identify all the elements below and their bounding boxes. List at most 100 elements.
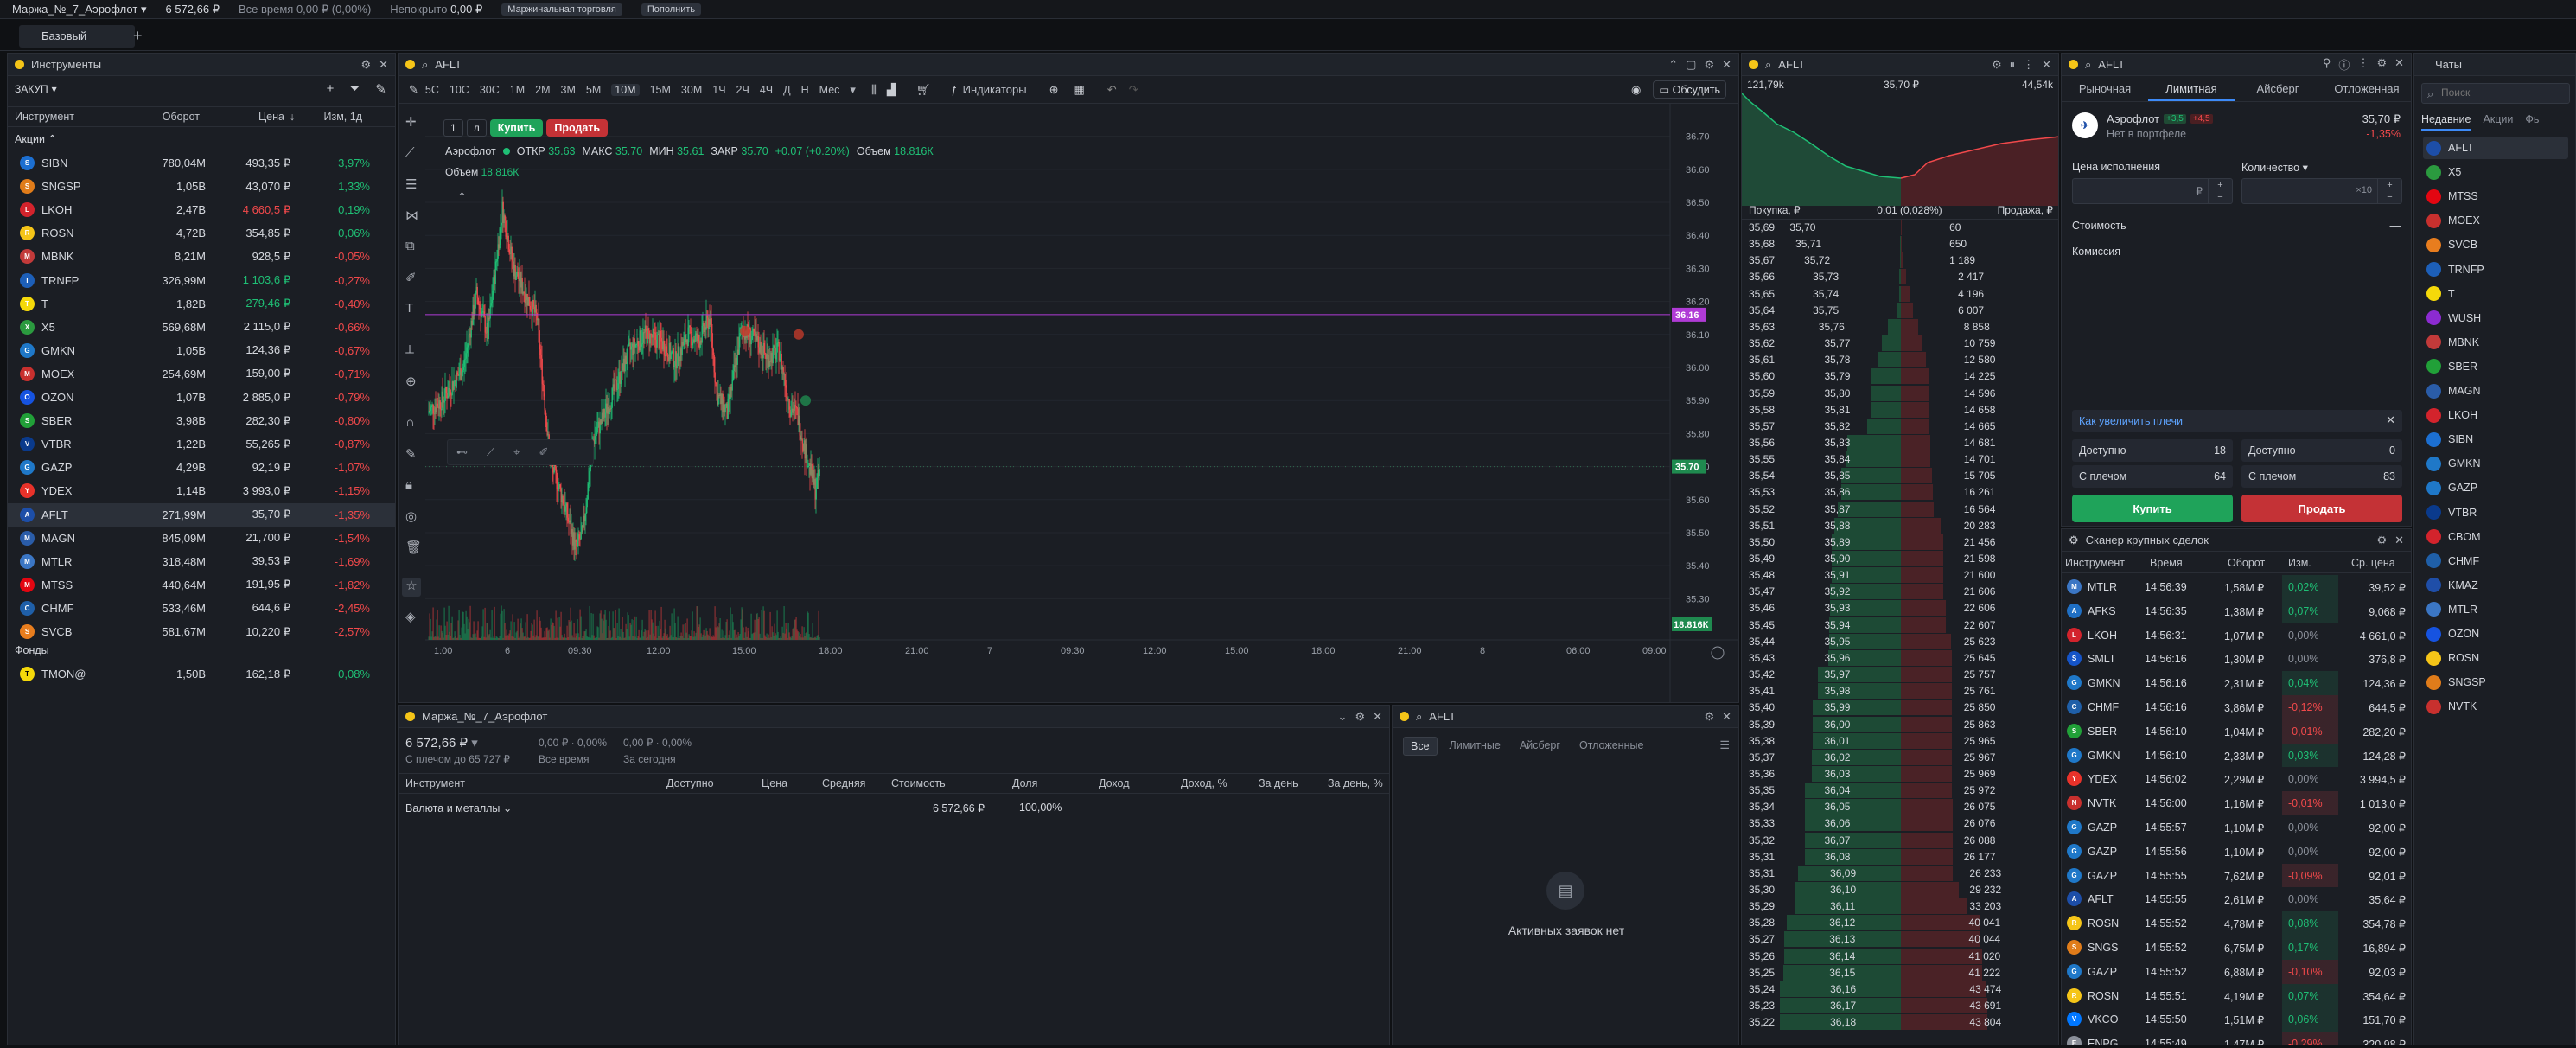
timeframe-3[interactable]: 1М: [510, 84, 525, 96]
orderbook-row[interactable]: 35,4471 61725 62335,95: [1742, 633, 2058, 650]
orderbook-row[interactable]: 35,28113 99640 04136,12: [1742, 915, 2058, 931]
orderbook-row[interactable]: 35,651 7944 19635,74: [1742, 285, 2058, 303]
close-icon[interactable]: ✕: [1722, 58, 1731, 72]
close-icon[interactable]: ✕: [2394, 56, 2404, 73]
link-color-dot[interactable]: [405, 712, 415, 721]
gear-icon[interactable]: ⚙: [2376, 56, 2387, 73]
timeframe-8[interactable]: 15М: [650, 84, 671, 96]
chat-item[interactable]: KMAZ: [2423, 574, 2568, 597]
col-header[interactable]: Средняя: [822, 777, 865, 789]
orderbook-row[interactable]: 35,3195 63026 17736,08: [1742, 848, 2058, 866]
orderbook-row[interactable]: 35,5069 12621 45635,89: [1742, 534, 2058, 551]
tab-iceberg[interactable]: Айсберг: [1513, 737, 1567, 756]
ray-icon[interactable]: ⟋: [487, 445, 494, 459]
quick-buy-button[interactable]: Купить: [489, 119, 544, 137]
chat-item[interactable]: VTBR: [2423, 502, 2568, 524]
scanner-row[interactable]: G GAZP 14:55:56 1,10М ₽ 0,00% 92,00 ₽: [2062, 839, 2411, 864]
chat-item[interactable]: MBNK: [2423, 331, 2568, 354]
more-icon[interactable]: ⋮: [2357, 56, 2369, 73]
scanner-row[interactable]: M MTLR 14:56:39 1,58М ₽ 0,02% 39,52 ₽: [2062, 575, 2411, 599]
close-icon[interactable]: ✕: [1722, 710, 1731, 724]
chevron-up-icon[interactable]: ⌃: [1668, 58, 1678, 72]
text-icon[interactable]: T: [405, 301, 413, 316]
list-item[interactable]: S SVCB 581,67М 10,220 ₽ -2,57%: [8, 620, 395, 643]
orderbook-row[interactable]: 35,3395 59026 07636,06: [1742, 815, 2058, 832]
orderbook-row[interactable]: 35,6846165035,71: [1742, 236, 2058, 252]
gear-icon[interactable]: ⚙: [1992, 58, 2002, 72]
orderbook-row[interactable]: 35,3595 56425 97236,04: [1742, 783, 2058, 799]
margin-trading-badge[interactable]: Маржинальная торговля: [501, 3, 622, 16]
group-shares[interactable]: Акции ⌃: [15, 132, 57, 145]
col-header[interactable]: Изм.: [2288, 557, 2311, 569]
orderbook-row[interactable]: 35,4372 15525 64535,96: [1742, 649, 2058, 667]
orderbook-row[interactable]: 35,27116 00740 04436,13: [1742, 931, 2058, 948]
collapse-icon[interactable]: ⌃: [457, 190, 467, 204]
crosshair-icon[interactable]: ✛: [405, 114, 417, 130]
orderbook-row[interactable]: 35,5830 44214 65835,81: [1742, 401, 2058, 419]
list-item[interactable]: R ROSN 4,72В 354,85 ₽ 0,06%: [8, 221, 395, 245]
col-header[interactable]: Время: [2150, 557, 2183, 569]
add-icon[interactable]: +: [327, 81, 335, 97]
orderbook-row[interactable]: 35,6123 17612 58035,78: [1742, 352, 2058, 368]
chat-item[interactable]: WUSH: [2423, 307, 2568, 329]
orderbook-row[interactable]: 35,30105 67229 23236,10: [1742, 882, 2058, 898]
gear-icon[interactable]: ⚙: [2376, 534, 2387, 547]
gear-icon[interactable]: ⚙: [360, 58, 371, 72]
gear-icon[interactable]: ⚙: [1704, 710, 1714, 724]
orderbook-row[interactable]: 35,3788 73225 96736,02: [1742, 749, 2058, 766]
scanner-row[interactable]: G GAZP 14:55:52 6,88М ₽ -0,10% 92,03 ₽: [2062, 959, 2411, 984]
link-color-dot[interactable]: [15, 60, 24, 69]
timeframe-13[interactable]: Д: [783, 84, 790, 96]
col-header[interactable]: За день: [1259, 777, 1298, 789]
chevron-down-icon[interactable]: ▾: [850, 83, 856, 97]
pin-icon[interactable]: ⚲: [2323, 56, 2331, 73]
brush-icon[interactable]: ✐: [539, 445, 548, 459]
list-item[interactable]: A AFLT 271,99М 35,70 ₽ -1,35%: [8, 502, 395, 527]
orderbook-row[interactable]: 35,23120 63743 69136,17: [1742, 998, 2058, 1014]
tab-pending[interactable]: Отложенная: [2321, 76, 2411, 101]
orderbook-row[interactable]: 35,5166 51620 28335,88: [1742, 517, 2058, 534]
col-header[interactable]: Инструмент: [405, 777, 465, 789]
group-currency[interactable]: Валюта и металлы ⌄: [405, 802, 512, 815]
scanner-row[interactable]: G GAZP 14:55:57 1,10М ₽ 0,00% 92,00 ₽: [2062, 815, 2411, 840]
favorites-icon[interactable]: ☆: [402, 578, 421, 597]
col-header[interactable]: За день, %: [1328, 777, 1383, 789]
chat-item[interactable]: SNGSP: [2423, 671, 2568, 693]
gear-icon[interactable]: ⚙: [1704, 58, 1714, 72]
orderbook-row[interactable]: 35,4770 31021 60635,92: [1742, 584, 2058, 600]
tab-futures[interactable]: Фь: [2525, 109, 2539, 131]
col-turnover[interactable]: Оборот: [122, 111, 200, 123]
trade-marker[interactable]: [794, 329, 804, 340]
buy-button[interactable]: Купить: [2072, 495, 2233, 522]
trade-marker[interactable]: [800, 395, 811, 406]
portfolio-value[interactable]: 6 572,66 ₽ ▾: [405, 735, 478, 751]
orderbook-row[interactable]: 35,5733 22714 66535,82: [1742, 418, 2058, 435]
orderbook-row[interactable]: 35,5263 28316 56435,87: [1742, 501, 2058, 518]
col-instrument[interactable]: Инструмент: [15, 111, 122, 123]
list-item[interactable]: S SBER 3,98В 282,30 ₽ -0,80%: [8, 409, 395, 432]
timeframe-12[interactable]: 4Ч: [760, 84, 773, 96]
chat-item[interactable]: SBER: [2423, 355, 2568, 378]
orderbook-row[interactable]: 35,22120 64943 80436,18: [1742, 1014, 2058, 1031]
sort-arrow-icon[interactable]: ↓: [284, 111, 300, 123]
col-header[interactable]: Оборот: [2228, 557, 2265, 569]
chat-item[interactable]: X5: [2423, 161, 2568, 183]
filter-icon[interactable]: ☰: [1719, 738, 1730, 752]
list-item[interactable]: G GMKN 1,05В 124,36 ₽ -0,67%: [8, 339, 395, 362]
search-icon[interactable]: ⌕: [422, 58, 428, 72]
chat-item[interactable]: AFLT: [2423, 137, 2568, 159]
tab-limit[interactable]: Лимитные: [1443, 737, 1508, 756]
col-header[interactable]: Доход: [1099, 777, 1130, 789]
chat-item[interactable]: ROSN: [2423, 647, 2568, 669]
list-item[interactable]: S SNGSP 1,05В 43,070 ₽ 1,33%: [8, 175, 395, 198]
orderbook-row[interactable]: 35,31102 77226 23336,09: [1742, 865, 2058, 882]
scanner-row[interactable]: G GAZP 14:55:55 7,62М ₽ -0,09% 92,01 ₽: [2062, 863, 2411, 888]
orderbook-row[interactable]: 35,4670 72522 60635,93: [1742, 600, 2058, 617]
list-item[interactable]: S SIBN 780,04М 493,35 ₽ 3,97%: [8, 151, 395, 175]
orderbook-row[interactable]: 35,6313 0978 85835,76: [1742, 318, 2058, 335]
search-icon[interactable]: ⌕: [1416, 710, 1422, 724]
orderbook-row[interactable]: 35,25116 98241 22236,15: [1742, 964, 2058, 981]
orderbook-row[interactable]: 35,691566035,70: [1742, 220, 2058, 236]
qty-input[interactable]: ×10 + −: [2241, 178, 2402, 204]
orderbook-row[interactable]: 35,29105 67333 20336,11: [1742, 898, 2058, 915]
